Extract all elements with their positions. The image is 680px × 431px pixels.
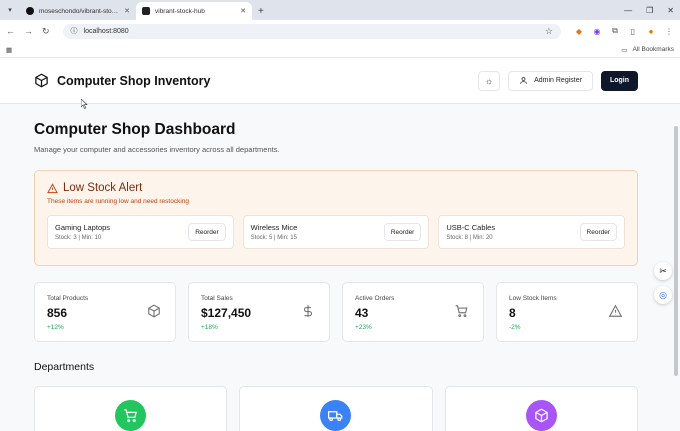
scissors-icon[interactable]: ✂ [654, 262, 672, 280]
browser-toolbar: ← → ↻ ⓘ localhost:8080 ☆ ◆ ◉ ⧉ ▯ ● ⋮ [0, 20, 680, 42]
admin-register-label: Admin Register [534, 77, 582, 84]
stock-item-name: USB-C Cables [446, 223, 496, 232]
back-icon[interactable]: ← [6, 26, 15, 36]
cart-icon [115, 400, 147, 431]
departments-grid [34, 386, 638, 431]
stat-change: +12% [47, 324, 64, 331]
stat-label: Total Sales [201, 295, 233, 302]
bookmarks-bar: ▦ ▭ All Bookmarks [0, 42, 680, 58]
brand[interactable]: Computer Shop Inventory [34, 73, 210, 88]
stat-change: +18% [201, 324, 218, 331]
url-text: localhost:8080 [83, 27, 129, 35]
stock-item-card: Wireless Mice Stock: 5 | Min: 15 Reorder [242, 215, 430, 249]
box-icon [148, 304, 160, 318]
page-subtitle: Manage your computer and accessories inv… [34, 145, 280, 154]
restore-icon[interactable]: ❐ [646, 6, 653, 15]
stat-card-low-stock-items: Low Stock Items 8 -2% [496, 282, 638, 342]
all-bookmarks-link[interactable]: All Bookmarks [632, 46, 674, 53]
app-header: Computer Shop Inventory ☼ Admin Register… [0, 58, 680, 104]
bookmark-star-icon[interactable]: ☆ [545, 26, 553, 37]
truck-icon [320, 400, 352, 431]
stat-label: Active Orders [355, 295, 395, 302]
browser-tab-github[interactable]: moseschondo/vibrant-stock-h ✕ [20, 2, 136, 20]
site-info-icon[interactable]: ⓘ [71, 26, 78, 36]
github-icon [26, 7, 34, 15]
warning-icon [47, 182, 58, 193]
stock-item-card: USB-C Cables Stock: 8 | Min: 20 Reorder [438, 215, 626, 249]
new-tab-button[interactable]: + [252, 2, 270, 20]
reorder-button[interactable]: Reorder [579, 223, 618, 241]
stock-item-meta: Stock: 8 | Min: 20 [446, 235, 493, 241]
address-bar[interactable]: ⓘ localhost:8080 ☆ [62, 23, 561, 39]
reorder-button[interactable]: Reorder [383, 223, 422, 241]
floating-tools: ✂ ◎ [654, 262, 672, 304]
box-icon [525, 400, 557, 431]
minimize-icon[interactable]: — [624, 6, 632, 15]
stat-value: 856 [47, 306, 68, 320]
forward-icon[interactable]: → [24, 26, 33, 36]
stat-card-total-sales: Total Sales $127,450 +18% [188, 282, 330, 342]
assistant-icon[interactable]: ◎ [654, 286, 672, 304]
stat-value: $127,450 [201, 306, 252, 320]
alert-subtitle: These items are running low and need res… [47, 198, 189, 205]
stock-item-name: Gaming Laptops [55, 223, 111, 232]
stat-change: +23% [355, 324, 372, 331]
stock-item-meta: Stock: 5 | Min: 15 [250, 235, 297, 241]
departments-title: Departments [34, 361, 95, 373]
warning-icon [608, 304, 623, 317]
stat-card-active-orders: Active Orders 43 +23% [342, 282, 484, 342]
department-card[interactable] [444, 386, 638, 431]
cart-icon [455, 305, 468, 318]
site-icon [142, 7, 150, 15]
theme-toggle-button[interactable]: ☼ [478, 70, 501, 91]
folder-icon: ▭ [621, 46, 628, 54]
login-button[interactable]: Login [600, 70, 638, 91]
reload-icon[interactable]: ↻ [42, 26, 50, 37]
dollar-icon [303, 305, 313, 317]
stats-row: Total Products 856 +12% Total Sales $127… [34, 282, 638, 342]
metamask-icon[interactable]: ◆ [574, 26, 584, 36]
window-controls: — ❐ ✕ [624, 0, 674, 20]
close-icon[interactable]: ✕ [124, 7, 130, 15]
sidepanel-icon[interactable]: ▯ [628, 26, 638, 36]
main-content: Computer Shop Dashboard Manage your comp… [0, 121, 680, 431]
browser-tab-active[interactable]: vibrant-stock-hub ✕ [136, 2, 252, 20]
page-viewport: Computer Shop Inventory ☼ Admin Register… [0, 58, 680, 431]
extension-icon[interactable]: ◉ [592, 26, 602, 36]
department-card[interactable] [239, 386, 433, 431]
puzzle-icon[interactable]: ⧉ [610, 26, 620, 36]
menu-icon[interactable]: ⋮ [664, 26, 674, 36]
admin-register-button[interactable]: Admin Register [508, 70, 593, 91]
sun-icon: ☼ [484, 75, 494, 86]
browser-tab-bar: ▾ moseschondo/vibrant-stock-h ✕ vibrant-… [0, 0, 680, 20]
box-icon [35, 73, 48, 88]
user-icon [520, 77, 527, 84]
stat-change: -2% [509, 324, 521, 331]
app-title: Computer Shop Inventory [57, 73, 211, 88]
apps-icon[interactable]: ▦ [6, 46, 12, 54]
stat-label: Total Products [47, 295, 89, 302]
profile-icon[interactable]: ● [646, 26, 656, 36]
page-title: Computer Shop Dashboard [34, 121, 236, 138]
stock-item-card: Gaming Laptops Stock: 3 | Min: 10 Reorde… [47, 215, 234, 249]
tab-label: moseschondo/vibrant-stock-h [39, 7, 120, 15]
alert-title: Low Stock Alert [63, 182, 143, 194]
scrollbar[interactable] [674, 126, 678, 376]
tab-search-icon[interactable]: ▾ [0, 0, 20, 20]
extensions-area: ◆ ◉ ⧉ ▯ ● ⋮ [574, 26, 674, 36]
close-icon[interactable]: ✕ [240, 7, 246, 15]
department-card[interactable] [34, 386, 228, 431]
stock-item-meta: Stock: 3 | Min: 10 [55, 235, 102, 241]
low-stock-alert: Low Stock Alert These items are running … [34, 170, 638, 266]
stock-item-name: Wireless Mice [250, 223, 298, 232]
stat-card-total-products: Total Products 856 +12% [34, 282, 176, 342]
stat-label: Low Stock Items [509, 295, 557, 302]
close-window-icon[interactable]: ✕ [667, 6, 674, 15]
mouse-cursor-icon [81, 99, 88, 109]
tab-label: vibrant-stock-hub [155, 7, 205, 15]
reorder-button[interactable]: Reorder [188, 223, 226, 241]
